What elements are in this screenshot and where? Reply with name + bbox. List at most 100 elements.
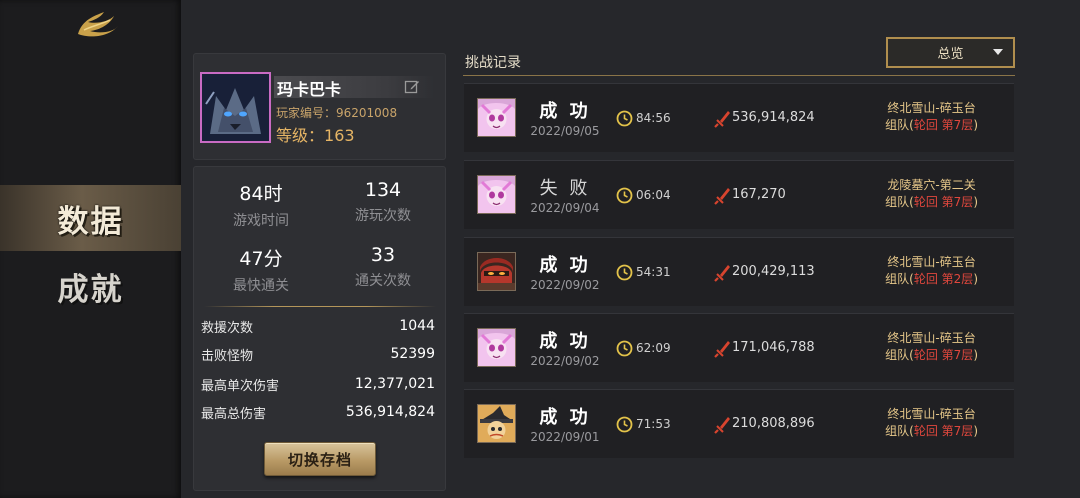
record-result: 成 功 xyxy=(539,101,591,122)
nav-tab-data[interactable]: 数据 xyxy=(0,185,181,251)
record-date: 2022/09/05 xyxy=(530,124,600,138)
stat-value: 33 xyxy=(370,244,396,266)
stat-label: 游戏时间 xyxy=(233,213,289,229)
sword-icon xyxy=(714,265,730,282)
mode-suffix: ) xyxy=(973,348,978,362)
record-row[interactable]: 成 功 2022/09/02 54:31 200,429,113 终北雪山-碎玉台 组队(… xyxy=(464,237,1014,306)
detail-row-rescues: 救援次数 1044 xyxy=(201,316,435,336)
detail-value: 52399 xyxy=(390,346,435,362)
record-map-name: 终北雪山-碎玉台 xyxy=(887,255,976,269)
record-map-name: 终北雪山-碎玉台 xyxy=(887,101,976,115)
stat-clear-count: 33 通关次数 xyxy=(328,244,438,290)
witch-character-avatar-icon xyxy=(478,405,515,442)
detail-label: 最高总伤害 xyxy=(201,406,267,422)
record-location: 终北雪山-碎玉台 组队(轮回 第7层) xyxy=(885,100,978,134)
mode-suffix: ) xyxy=(973,424,978,438)
clock-icon xyxy=(616,264,633,281)
record-mode: 组队(轮回 第2层) xyxy=(885,271,978,288)
record-avatar xyxy=(477,328,516,367)
dropdown-selected-value: 总览 xyxy=(937,47,964,62)
record-duration: 84:56 xyxy=(636,111,671,125)
pink-character-avatar-icon xyxy=(478,329,515,366)
detail-row-max-single-damage: 最高单次伤害 12,377,021 xyxy=(201,374,435,394)
detail-value: 536,914,824 xyxy=(345,404,435,420)
stat-play-time: 84时 游戏时间 xyxy=(206,179,316,230)
stat-value: 47分 xyxy=(239,248,283,270)
wolf-avatar-icon xyxy=(202,74,269,141)
clock-icon xyxy=(616,187,633,204)
record-duration: 54:31 xyxy=(636,265,671,279)
record-duration: 71:53 xyxy=(636,417,671,431)
mode-difficulty: 轮回 第7层 xyxy=(913,195,974,209)
detail-label: 击败怪物 xyxy=(201,348,254,364)
switch-save-button[interactable]: 切换存档 xyxy=(264,442,376,476)
record-row[interactable]: 成 功 2022/09/02 62:09 171,046,788 终北雪山-碎玉台 组队(… xyxy=(464,313,1014,382)
clock-icon xyxy=(616,340,633,357)
records-filter-dropdown[interactable]: 总览 xyxy=(886,37,1015,68)
mode-suffix: ) xyxy=(973,272,978,286)
record-location: 龙陵墓穴-第二关 组队(轮回 第7层) xyxy=(885,177,978,211)
record-date: 2022/09/01 xyxy=(530,430,600,444)
mode-prefix: 组队( xyxy=(885,348,914,362)
record-mode: 组队(轮回 第7层) xyxy=(885,117,978,134)
stat-value: 84时 xyxy=(239,183,283,205)
record-mode: 组队(轮回 第7层) xyxy=(885,347,978,364)
record-avatar xyxy=(477,98,516,137)
pink-character-avatar-icon xyxy=(478,99,515,136)
record-row[interactable]: 失 败 2022/09/04 06:04 167,270 龙陵墓穴-第二关 组队(轮回 第… xyxy=(464,160,1014,229)
side-nav: 数据 成就 xyxy=(0,0,181,498)
edit-icon[interactable] xyxy=(404,79,420,95)
record-date: 2022/09/02 xyxy=(530,278,600,292)
record-duration: 62:09 xyxy=(636,341,671,355)
record-location: 终北雪山-碎玉台 组队(轮回 第7层) xyxy=(885,330,978,364)
stats-divider xyxy=(204,306,436,307)
record-map-name: 终北雪山-碎玉台 xyxy=(887,331,976,345)
sword-icon xyxy=(714,417,730,434)
clock-icon xyxy=(616,416,633,433)
detail-label: 救援次数 xyxy=(201,320,254,336)
record-damage: 167,270 xyxy=(732,187,786,202)
record-row[interactable]: 成 功 2022/09/01 71:53 210,808,896 终北雪山-碎玉台 组队(… xyxy=(464,389,1014,458)
level-label: 等级： xyxy=(276,126,325,145)
mode-prefix: 组队( xyxy=(885,424,914,438)
record-map-name: 龙陵墓穴-第二关 xyxy=(887,178,976,192)
player-id: 玩家编号：96201008 xyxy=(276,106,398,120)
player-avatar[interactable] xyxy=(200,72,271,143)
nav-tab-achievements[interactable]: 成就 xyxy=(0,253,181,319)
detail-row-kills: 击败怪物 52399 xyxy=(201,344,435,364)
record-damage: 171,046,788 xyxy=(732,340,815,355)
record-mode: 组队(轮回 第7层) xyxy=(885,194,978,211)
stat-label: 游玩次数 xyxy=(355,208,411,224)
mode-prefix: 组队( xyxy=(885,272,914,286)
stat-label: 通关次数 xyxy=(355,273,411,289)
record-duration: 06:04 xyxy=(636,188,671,202)
record-avatar xyxy=(477,175,516,214)
mode-difficulty: 轮回 第2层 xyxy=(913,272,974,286)
stat-label: 最快通关 xyxy=(233,278,289,294)
record-result: 成 功 xyxy=(539,255,591,276)
sword-icon xyxy=(714,111,730,128)
red-character-avatar-icon xyxy=(478,253,515,290)
record-date: 2022/09/04 xyxy=(530,201,600,215)
player-name: 玛卡巴卡 xyxy=(277,80,342,99)
record-location: 终北雪山-碎玉台 组队(轮回 第2层) xyxy=(885,254,978,288)
mode-suffix: ) xyxy=(973,118,978,132)
sword-icon xyxy=(714,188,730,205)
record-damage: 536,914,824 xyxy=(732,110,815,125)
record-date: 2022/09/02 xyxy=(530,354,600,368)
record-result: 失 败 xyxy=(539,178,591,199)
detail-value: 1044 xyxy=(399,318,435,334)
record-avatar xyxy=(477,252,516,291)
level-value: 163 xyxy=(324,126,355,145)
mode-difficulty: 轮回 第7层 xyxy=(913,348,974,362)
detail-value: 12,377,021 xyxy=(354,376,435,392)
mode-suffix: ) xyxy=(973,195,978,209)
pink-character-avatar-icon xyxy=(478,176,515,213)
record-map-name: 终北雪山-碎玉台 xyxy=(887,407,976,421)
record-row[interactable]: 成 功 2022/09/05 84:56 536,914,824 终北雪山-碎玉台 组队(… xyxy=(464,83,1014,152)
game-logo-icon xyxy=(78,12,118,37)
mode-difficulty: 轮回 第7层 xyxy=(913,118,974,132)
record-result: 成 功 xyxy=(539,407,591,428)
stat-play-count: 134 游玩次数 xyxy=(328,179,438,225)
sword-icon xyxy=(714,341,730,358)
